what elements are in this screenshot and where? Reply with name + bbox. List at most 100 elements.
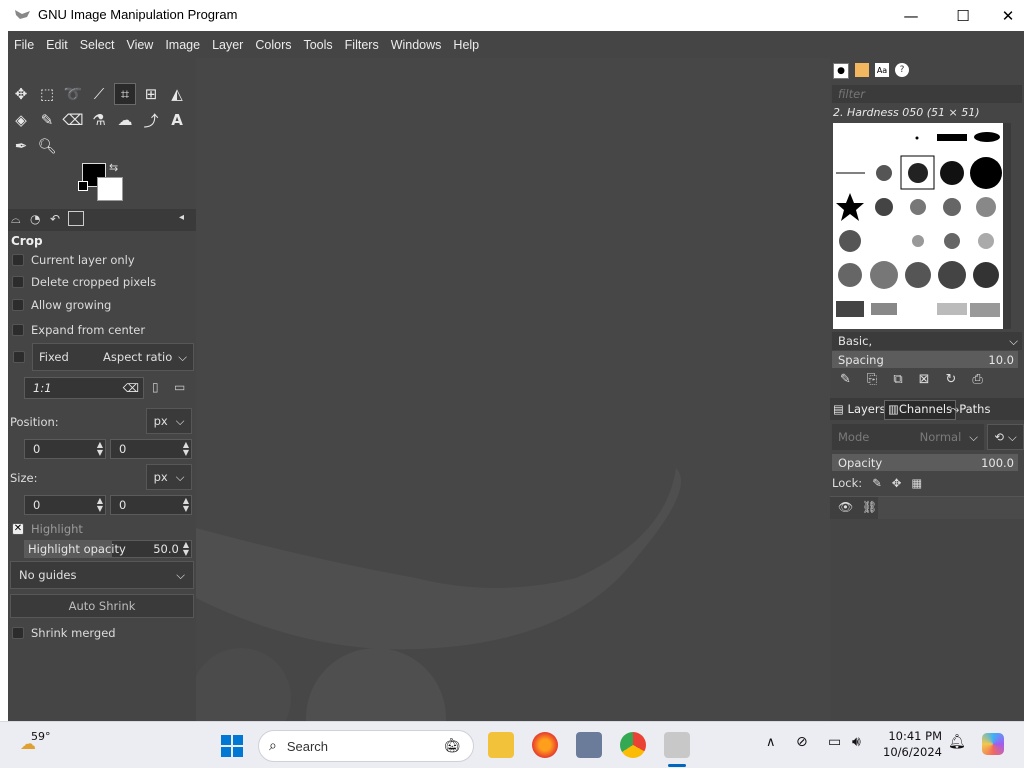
auto-shrink-button[interactable]: Auto Shrink xyxy=(10,594,194,618)
undo-history-tab-icon[interactable]: ↶ xyxy=(50,212,60,226)
lock-alpha-icon[interactable]: ▦ xyxy=(911,476,922,490)
option-allow-growing[interactable]: Allow growing xyxy=(12,298,111,312)
lasso-tool-icon[interactable]: ➰ xyxy=(62,83,84,105)
smudge-tool-icon[interactable]: ☁ xyxy=(114,109,136,131)
size-unit-dropdown[interactable]: px ⌵ xyxy=(146,464,192,490)
firefox-icon[interactable] xyxy=(532,732,558,758)
checkbox[interactable] xyxy=(12,276,24,288)
menu-windows[interactable]: Windows xyxy=(385,38,448,52)
spin-arrows-icon[interactable]: ▲ ▼ xyxy=(97,497,103,513)
bucket-fill-tool-icon[interactable]: ◈ xyxy=(10,109,32,131)
taskbar-clock[interactable]: 10:41 PM 10/6/2024 xyxy=(880,728,942,760)
network-off-icon[interactable]: ⊘ xyxy=(796,734,808,750)
option-current-layer-only[interactable]: Current layer only xyxy=(12,253,135,267)
move-tool-icon[interactable]: ✥ xyxy=(10,83,32,105)
size-x-input[interactable]: 0 ▲ ▼ xyxy=(24,495,106,515)
lock-pixels-icon[interactable]: ✎ xyxy=(872,476,882,490)
spin-arrows-icon[interactable]: ▲ ▼ xyxy=(183,541,189,557)
warp-tool-icon[interactable]: ◭ xyxy=(166,83,188,105)
checkbox[interactable] xyxy=(12,627,24,639)
windows-start-icon[interactable] xyxy=(220,734,244,758)
paintbrush-tool-icon[interactable]: ✎ xyxy=(36,109,58,131)
help-tab-icon[interactable]: ? xyxy=(895,63,909,77)
spacing-slider[interactable]: Spacing 10.0 xyxy=(832,351,1018,368)
weather-temperature[interactable]: 59° xyxy=(31,730,51,743)
edit-brush-icon[interactable]: ✎ xyxy=(840,372,851,387)
new-brush-icon[interactable]: ⎘ xyxy=(867,372,877,387)
maximize-button[interactable]: ☐ xyxy=(940,0,986,31)
close-button[interactable]: ✕ xyxy=(985,0,1024,31)
images-tab-icon[interactable] xyxy=(68,211,84,226)
duplicate-brush-icon[interactable]: ⧉ xyxy=(893,372,902,387)
color-picker-tool-icon[interactable]: ✒ xyxy=(10,135,32,157)
checkbox[interactable] xyxy=(12,299,24,311)
checked-icon[interactable]: ✕ xyxy=(12,523,24,535)
rect-select-tool-icon[interactable]: ⬚ xyxy=(36,83,58,105)
delete-brush-icon[interactable]: ⊠ xyxy=(919,372,930,387)
tab-channels[interactable]: ▥Channels xyxy=(884,400,957,420)
reset-colors-icon[interactable] xyxy=(78,181,88,191)
open-brush-icon[interactable]: ⎙ xyxy=(972,372,982,387)
chevron-up-icon[interactable]: ∧ xyxy=(766,735,776,750)
volume-icon[interactable]: 🔊︎ xyxy=(852,734,861,750)
file-explorer-icon[interactable] xyxy=(488,732,514,758)
eraser-tool-icon[interactable]: ⌫ xyxy=(62,109,84,131)
brush-scrollbar[interactable] xyxy=(1003,123,1011,329)
tab-layers[interactable]: ▤ Layers xyxy=(833,402,886,416)
menu-edit[interactable]: Edit xyxy=(40,38,74,52)
checkbox[interactable] xyxy=(12,324,24,336)
patterns-tab-icon[interactable] xyxy=(855,63,869,77)
refresh-brushes-icon[interactable]: ↻ xyxy=(946,372,957,387)
option-delete-cropped-pixels[interactable]: Delete cropped pixels xyxy=(12,275,156,289)
paths-tool-icon[interactable]: ⤴ xyxy=(140,109,162,131)
network-app-icon[interactable] xyxy=(576,732,602,758)
fonts-tab-icon[interactable]: Aa xyxy=(875,63,889,77)
swap-colors-icon[interactable]: ⇆ xyxy=(109,161,118,174)
option-expand-from-center[interactable]: Expand from center xyxy=(12,323,145,337)
tool-options-tab-icon[interactable]: ⌓ xyxy=(11,212,21,227)
fixed-aspect-dropdown[interactable]: Fixed Aspect ratio ⌵ xyxy=(32,343,194,371)
guides-dropdown[interactable]: No guides ⌵ xyxy=(10,561,194,589)
zoom-tool-icon[interactable]: 🔍︎ xyxy=(36,135,58,157)
display-icon[interactable]: ▭ xyxy=(828,734,841,750)
option-highlight[interactable]: ✕ Highlight xyxy=(12,522,83,536)
position-y-input[interactable]: 0 ▲ ▼ xyxy=(110,439,192,459)
brush-filter-input[interactable]: filter xyxy=(832,85,1022,103)
layer-mode-dropdown[interactable]: Mode Normal ⌵ xyxy=(832,424,984,450)
brush-preset-dropdown[interactable]: Basic, ⌵ xyxy=(832,332,1022,350)
spin-arrows-icon[interactable]: ▲ ▼ xyxy=(97,441,103,457)
position-unit-dropdown[interactable]: px ⌵ xyxy=(146,408,192,434)
background-color[interactable] xyxy=(97,177,123,201)
gimp-taskbar-icon[interactable] xyxy=(664,732,690,758)
menu-colors[interactable]: Colors xyxy=(249,38,297,52)
size-y-input[interactable]: 0 ▲ ▼ xyxy=(110,495,192,515)
position-x-input[interactable]: 0 ▲ ▼ xyxy=(24,439,106,459)
landscape-icon[interactable]: ▭ xyxy=(174,380,185,394)
menu-help[interactable]: Help xyxy=(447,38,485,52)
menu-file[interactable]: File xyxy=(8,38,40,52)
notification-bell-icon[interactable]: 🔔︎ xyxy=(948,734,966,750)
menu-image[interactable]: Image xyxy=(159,38,206,52)
image-canvas[interactable] xyxy=(196,58,830,721)
text-tool-icon[interactable]: A xyxy=(166,109,188,131)
checkbox[interactable] xyxy=(12,254,24,266)
fuzzy-select-tool-icon[interactable]: ⟋ xyxy=(88,83,110,105)
menu-view[interactable]: View xyxy=(120,38,159,52)
portrait-icon[interactable]: ▯ xyxy=(152,380,159,394)
layer-composite-dropdown[interactable]: ⟲ ⌵ xyxy=(987,424,1024,450)
brushes-tab-icon[interactable]: ● xyxy=(833,63,849,79)
clear-input-icon[interactable]: ⌫ xyxy=(123,381,139,395)
brush-grid[interactable] xyxy=(833,123,1003,329)
chain-icon[interactable]: ⛓︎ xyxy=(862,500,877,514)
tab-paths[interactable]: ⤳Paths xyxy=(950,402,990,417)
device-status-tab-icon[interactable]: ◔ xyxy=(30,212,40,226)
menu-layer[interactable]: Layer xyxy=(206,38,249,52)
ratio-input[interactable]: 1:1 ⌫ xyxy=(24,377,144,399)
clone-tool-icon[interactable]: ⚗ xyxy=(88,109,110,131)
option-shrink-merged[interactable]: Shrink merged xyxy=(12,626,116,640)
layer-opacity-slider[interactable]: Opacity 100.0 xyxy=(832,454,1018,471)
configure-tab-icon[interactable]: ◂ xyxy=(179,212,184,223)
crop-tool-icon[interactable]: ⌗ xyxy=(114,83,136,105)
highlight-opacity-slider[interactable]: Highlight opacity 50.0 ▲ ▼ xyxy=(24,540,192,558)
fixed-checkbox[interactable] xyxy=(13,351,25,363)
